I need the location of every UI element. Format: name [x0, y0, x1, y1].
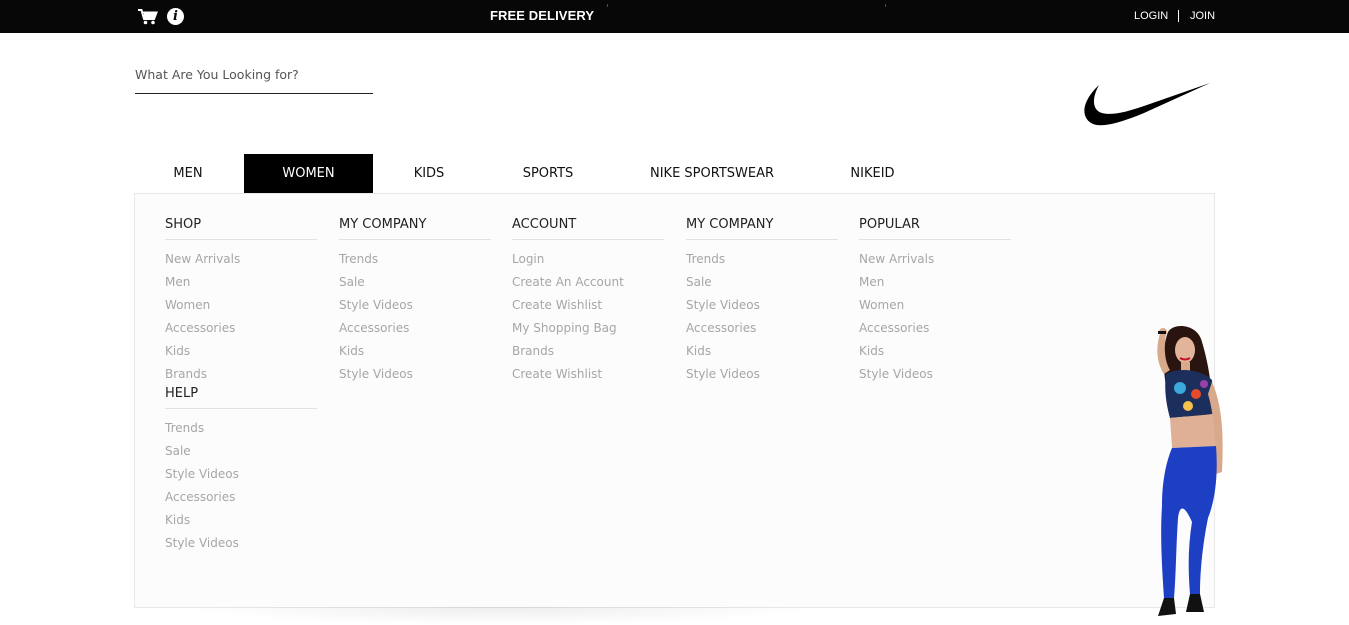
tab-nikeid[interactable]: NIKEID	[824, 154, 921, 193]
menu-link[interactable]: Sale	[686, 271, 838, 294]
menu-link[interactable]: Create An Account	[512, 271, 664, 294]
tab-women[interactable]: WOMEN	[244, 154, 373, 193]
menu-heading: ACCOUNT	[512, 217, 664, 240]
menu-column-my-company: MY COMPANY Trends Sale Style Videos Acce…	[339, 217, 491, 386]
menu-link[interactable]: My Shopping Bag	[512, 317, 664, 340]
cart-icon[interactable]	[138, 9, 158, 25]
menu-link[interactable]: Men	[859, 271, 1011, 294]
menu-link[interactable]: Sale	[165, 440, 317, 463]
menu-link[interactable]: Sale	[339, 271, 491, 294]
menu-link[interactable]: Kids	[686, 340, 838, 363]
menu-link[interactable]: Trends	[165, 417, 317, 440]
menu-link[interactable]: New Arrivals	[165, 248, 317, 271]
menu-link[interactable]: Trends	[686, 248, 838, 271]
menu-link[interactable]: Trends	[339, 248, 491, 271]
menu-link[interactable]: Accessories	[339, 317, 491, 340]
menu-link[interactable]: New Arrivals	[859, 248, 1011, 271]
tab-nike-sportswear[interactable]: NIKE SPORTSWEAR	[630, 154, 794, 193]
menu-column-my-company-2: MY COMPANY Trends Sale Style Videos Acce…	[686, 217, 838, 386]
menu-link[interactable]: Style Videos	[165, 463, 317, 486]
menu-link[interactable]: Women	[859, 294, 1011, 317]
tab-sports[interactable]: SPORTS	[485, 154, 611, 193]
menu-link[interactable]: Style Videos	[686, 363, 838, 386]
menu-link[interactable]: Create Wishlist	[512, 363, 664, 386]
search-input[interactable]	[135, 60, 373, 94]
menu-heading-help: HELP	[165, 386, 317, 409]
menu-link[interactable]: Men	[165, 271, 317, 294]
menu-link[interactable]: Brands	[165, 363, 317, 386]
menu-heading: POPULAR	[859, 217, 1011, 240]
menu-link[interactable]: Style Videos	[339, 363, 491, 386]
menu-heading: MY COMPANY	[339, 217, 491, 240]
menu-link[interactable]: Brands	[512, 340, 664, 363]
info-icon[interactable]: i	[167, 8, 184, 25]
menu-link[interactable]: Style Videos	[859, 363, 1011, 386]
menu-link[interactable]: Women	[165, 294, 317, 317]
menu-link[interactable]: Kids	[859, 340, 1011, 363]
model-image	[1157, 326, 1223, 616]
menu-heading: SHOP	[165, 217, 317, 240]
top-bar: i FREE DELIVERY LOGIN JOIN	[0, 0, 1349, 33]
menu-link[interactable]: Accessories	[859, 317, 1011, 340]
tab-men[interactable]: MEN	[134, 154, 242, 193]
menu-shadow	[180, 607, 820, 625]
menu-heading: MY COMPANY	[686, 217, 838, 240]
menu-column-popular: POPULAR New Arrivals Men Women Accessori…	[859, 217, 1011, 386]
menu-link[interactable]: Login	[512, 248, 664, 271]
promo-banner: FREE DELIVERY	[490, 8, 595, 23]
menu-column-shop: SHOP New Arrivals Men Women Accessories …	[165, 217, 317, 555]
mega-menu: SHOP New Arrivals Men Women Accessories …	[134, 193, 1215, 608]
menu-column-account: ACCOUNT Login Create An Account Create W…	[512, 217, 664, 386]
nike-swoosh-icon[interactable]	[1082, 80, 1212, 130]
login-link[interactable]: LOGIN	[1134, 10, 1168, 22]
menu-link[interactable]: Create Wishlist	[512, 294, 664, 317]
menu-link[interactable]: Style Videos	[686, 294, 838, 317]
decorative-mark	[607, 4, 608, 7]
menu-link[interactable]: Kids	[165, 340, 317, 363]
decorative-mark	[885, 4, 886, 7]
menu-link[interactable]: Style Videos	[339, 294, 491, 317]
menu-link[interactable]: Kids	[339, 340, 491, 363]
tab-kids[interactable]: KIDS	[373, 154, 485, 193]
join-link[interactable]: JOIN	[1190, 10, 1215, 22]
auth-divider	[1178, 10, 1179, 22]
menu-link[interactable]: Accessories	[165, 317, 317, 340]
menu-link[interactable]: Style Videos	[165, 532, 317, 555]
menu-link[interactable]: Accessories	[686, 317, 838, 340]
menu-link[interactable]: Accessories	[165, 486, 317, 509]
menu-link[interactable]: Kids	[165, 509, 317, 532]
